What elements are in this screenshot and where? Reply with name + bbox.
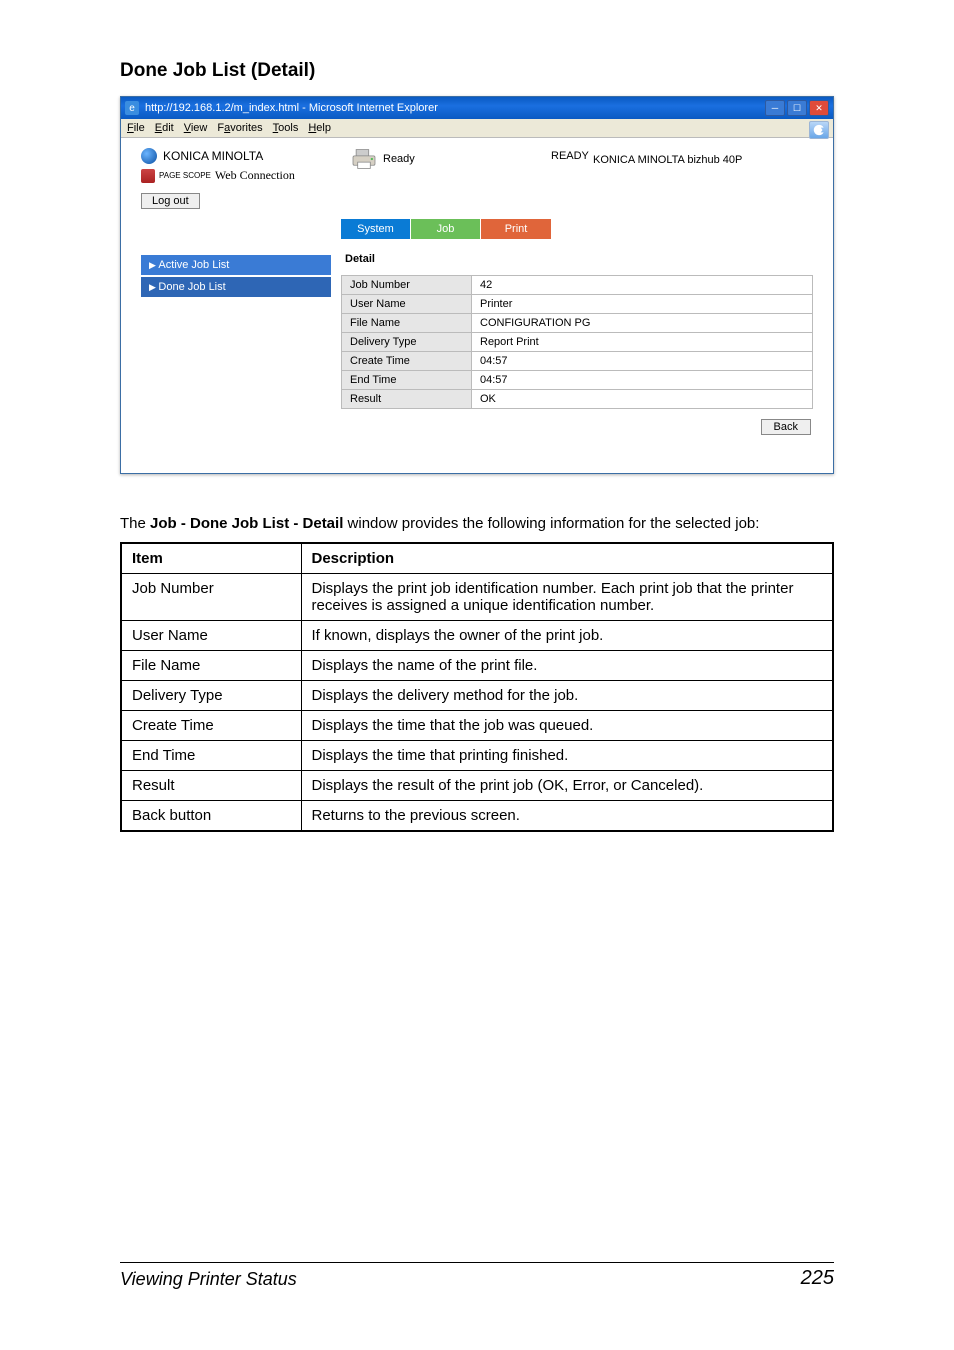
info-item: Delivery Type	[121, 681, 301, 711]
table-row: ResultDisplays the result of the print j…	[121, 771, 833, 801]
ie-icon: e	[125, 101, 139, 115]
table-row: Delivery TypeDisplays the delivery metho…	[121, 681, 833, 711]
info-item: Back button	[121, 801, 301, 832]
brand-product-prefix: PAGE SCOPE	[159, 171, 211, 180]
table-row: File NameCONFIGURATION PG	[342, 314, 813, 333]
minimize-button[interactable]: ─	[765, 100, 785, 116]
detail-key: End Time	[342, 371, 472, 390]
detail-value: 04:57	[472, 352, 813, 371]
ie-logo-icon	[809, 121, 829, 139]
info-item: User Name	[121, 621, 301, 651]
table-row: User NameIf known, displays the owner of…	[121, 621, 833, 651]
table-row: Delivery TypeReport Print	[342, 333, 813, 352]
menu-tools[interactable]: Tools	[273, 122, 299, 134]
table-row: ResultOK	[342, 390, 813, 409]
table-row: Create TimeDisplays the time that the jo…	[121, 711, 833, 741]
detail-heading: Detail	[341, 247, 813, 275]
tab-job[interactable]: Job	[411, 219, 481, 239]
info-item: Job Number	[121, 574, 301, 621]
info-description: Displays the delivery method for the job…	[301, 681, 833, 711]
sidebar-item-done-job-list[interactable]: Done Job List	[141, 277, 331, 297]
back-button[interactable]: Back	[761, 419, 811, 435]
footer-title: Viewing Printer Status	[120, 1269, 297, 1290]
table-row: File NameDisplays the name of the print …	[121, 651, 833, 681]
info-description: Displays the time that printing finished…	[301, 741, 833, 771]
detail-key: Delivery Type	[342, 333, 472, 352]
printer-icon	[351, 148, 377, 170]
info-description: If known, displays the owner of the prin…	[301, 621, 833, 651]
logout-button[interactable]: Log out	[141, 193, 200, 209]
detail-table: Job Number42User NamePrinterFile NameCON…	[341, 275, 813, 409]
menu-file[interactable]: File	[127, 122, 145, 134]
maximize-button[interactable]: ☐	[787, 100, 807, 116]
detail-value: 42	[472, 276, 813, 295]
table-row: End Time04:57	[342, 371, 813, 390]
printer-model: KONICA MINOLTA bizhub 40P	[593, 154, 742, 166]
detail-key: User Name	[342, 295, 472, 314]
info-header-description: Description	[301, 543, 833, 574]
info-table: Item Description Job NumberDisplays the …	[120, 542, 834, 832]
detail-key: Job Number	[342, 276, 472, 295]
table-row: Create Time04:57	[342, 352, 813, 371]
brand-product-name: Web Connection	[215, 168, 295, 183]
status-ready-main: READY	[551, 150, 589, 162]
info-item: Result	[121, 771, 301, 801]
caption-paragraph: The Job - Done Job List - Detail window …	[120, 514, 834, 534]
title-bar: e http://192.168.1.2/m_index.html - Micr…	[121, 97, 833, 119]
caption-bold: Job - Done Job List - Detail	[150, 515, 343, 532]
menu-edit[interactable]: Edit	[155, 122, 174, 134]
menu-help[interactable]: Help	[308, 122, 331, 134]
info-item: End Time	[121, 741, 301, 771]
info-description: Displays the name of the print file.	[301, 651, 833, 681]
brand-logo-icon	[141, 148, 157, 164]
detail-key: Result	[342, 390, 472, 409]
page-heading: Done Job List (Detail)	[120, 60, 834, 82]
menu-favorites[interactable]: Favorites	[217, 122, 262, 134]
table-row: User NamePrinter	[342, 295, 813, 314]
detail-value: CONFIGURATION PG	[472, 314, 813, 333]
pagescope-icon	[141, 169, 155, 183]
info-header-item: Item	[121, 543, 301, 574]
info-description: Returns to the previous screen.	[301, 801, 833, 832]
info-description: Displays the result of the print job (OK…	[301, 771, 833, 801]
page-content: KONICA MINOLTA PAGE SCOPE Web Connection	[121, 138, 833, 473]
detail-value: 04:57	[472, 371, 813, 390]
detail-value: Printer	[472, 295, 813, 314]
table-row: Job Number42	[342, 276, 813, 295]
table-row: End TimeDisplays the time that printing …	[121, 741, 833, 771]
menu-view[interactable]: View	[184, 122, 208, 134]
info-description: Displays the print job identification nu…	[301, 574, 833, 621]
footer-page-number: 225	[801, 1267, 834, 1290]
table-row: Back buttonReturns to the previous scree…	[121, 801, 833, 832]
window-title: http://192.168.1.2/m_index.html - Micros…	[145, 102, 438, 114]
info-item: Create Time	[121, 711, 301, 741]
status-ready-small: Ready	[383, 153, 415, 165]
info-description: Displays the time that the job was queue…	[301, 711, 833, 741]
brand-company: KONICA MINOLTA	[163, 149, 263, 163]
table-row: Job NumberDisplays the print job identif…	[121, 574, 833, 621]
detail-key: Create Time	[342, 352, 472, 371]
detail-value: OK	[472, 390, 813, 409]
menu-bar: File Edit View Favorites Tools Help	[121, 119, 833, 138]
browser-window: e http://192.168.1.2/m_index.html - Micr…	[120, 96, 834, 474]
sidebar-item-active-job-list[interactable]: Active Job List	[141, 255, 331, 275]
tab-print[interactable]: Print	[481, 219, 551, 239]
page-footer: Viewing Printer Status 225	[120, 1262, 834, 1290]
detail-key: File Name	[342, 314, 472, 333]
info-item: File Name	[121, 651, 301, 681]
detail-value: Report Print	[472, 333, 813, 352]
close-button[interactable]: ✕	[809, 100, 829, 116]
tab-system[interactable]: System	[341, 219, 411, 239]
